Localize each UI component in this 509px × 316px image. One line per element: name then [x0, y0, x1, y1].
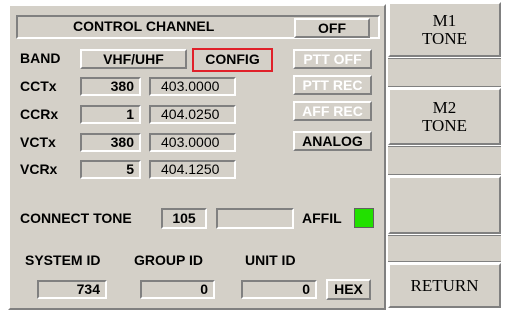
vctx-frequency-field[interactable]: 403.0000 [149, 133, 236, 152]
hex-button[interactable]: HEX [326, 279, 371, 300]
ccrx-channel-field[interactable]: 1 [80, 105, 141, 124]
cctx-channel-field[interactable]: 380 [80, 77, 141, 96]
vctx-channel-field[interactable]: 380 [80, 133, 141, 152]
aff-rec-button[interactable]: AFF REC [293, 101, 372, 121]
connect-tone-value-field[interactable]: 105 [161, 208, 207, 229]
band-label: BAND [20, 50, 61, 66]
vcrx-channel-field[interactable]: 5 [80, 160, 141, 179]
unit-id-label: UNIT ID [245, 252, 296, 268]
analog-button[interactable]: ANALOG [293, 131, 372, 151]
control-channel-title: CONTROL CHANNEL [73, 18, 215, 34]
ccrx-frequency-field[interactable]: 404.0250 [149, 105, 236, 124]
config-button[interactable]: CONFIG [192, 48, 273, 72]
m1-tone-button[interactable]: M1 TONE [388, 2, 501, 57]
system-id-label: SYSTEM ID [25, 252, 101, 268]
vcrx-frequency-field[interactable]: 404.1250 [149, 160, 236, 179]
affil-indicator-light [354, 208, 374, 228]
ptt-rec-button[interactable]: PTT REC [293, 75, 372, 95]
band-select-button[interactable]: VHF/UHF [80, 49, 187, 69]
right-panel-spacer [388, 235, 501, 262]
connect-tone-extra-field[interactable] [216, 208, 294, 229]
blank-soft-button[interactable] [388, 176, 501, 234]
m2-tone-button[interactable]: M2 TONE [388, 88, 501, 145]
system-id-field[interactable]: 734 [37, 280, 107, 299]
affil-label: AFFIL [302, 210, 342, 226]
cctx-label: CCTx [20, 78, 57, 94]
unit-id-field[interactable]: 0 [241, 280, 317, 299]
vcrx-label: VCRx [20, 161, 58, 177]
right-panel-spacer [388, 146, 501, 175]
vctx-label: VCTx [20, 134, 56, 150]
connect-tone-label: CONNECT TONE [20, 210, 132, 226]
group-id-label: GROUP ID [134, 252, 203, 268]
ptt-off-button[interactable]: PTT OFF [293, 49, 372, 69]
cctx-frequency-field[interactable]: 403.0000 [149, 77, 236, 96]
channel-state-button[interactable]: OFF [294, 18, 370, 38]
return-button[interactable]: RETURN [388, 263, 501, 308]
ccrx-label: CCRx [20, 106, 59, 122]
right-panel-spacer [388, 58, 501, 87]
group-id-field[interactable]: 0 [140, 280, 215, 299]
